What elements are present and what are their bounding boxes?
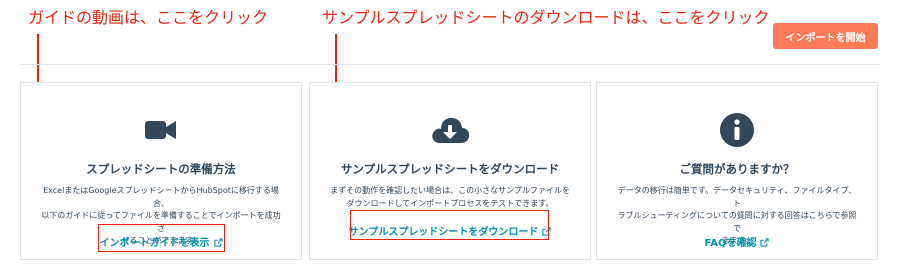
video-camera-icon — [21, 111, 301, 149]
card-title: サンプルスプレッドシートをダウンロード — [340, 162, 560, 176]
info-icon — [597, 111, 877, 149]
cloud-download-icon — [310, 111, 590, 149]
header-divider — [20, 64, 880, 65]
highlight-box-sample-link — [350, 210, 549, 240]
highlight-box-guide-link — [98, 224, 225, 252]
annotation-sample-download: サンプルスプレッドシートのダウンロードは、ここをクリック — [322, 8, 770, 27]
start-import-button[interactable]: インポートを開始 — [773, 23, 878, 49]
view-faq-link[interactable]: FAQを確認 — [597, 234, 877, 250]
card-faq: ご質問がありますか？ データの移行は簡単です。データセキュリティ、ファイルタイプ… — [596, 82, 878, 260]
annotation-guide-video: ガイドの動画は、ここをクリック — [28, 8, 269, 27]
card-title: ご質問がありますか？ — [679, 162, 795, 176]
card-title: スプレッドシートの準備方法 — [86, 162, 236, 176]
external-link-icon — [760, 238, 770, 250]
card-description: まずその動作を確認したい場合は、この小さなサンプルファイルを ダウンロードしてイ… — [330, 186, 570, 208]
